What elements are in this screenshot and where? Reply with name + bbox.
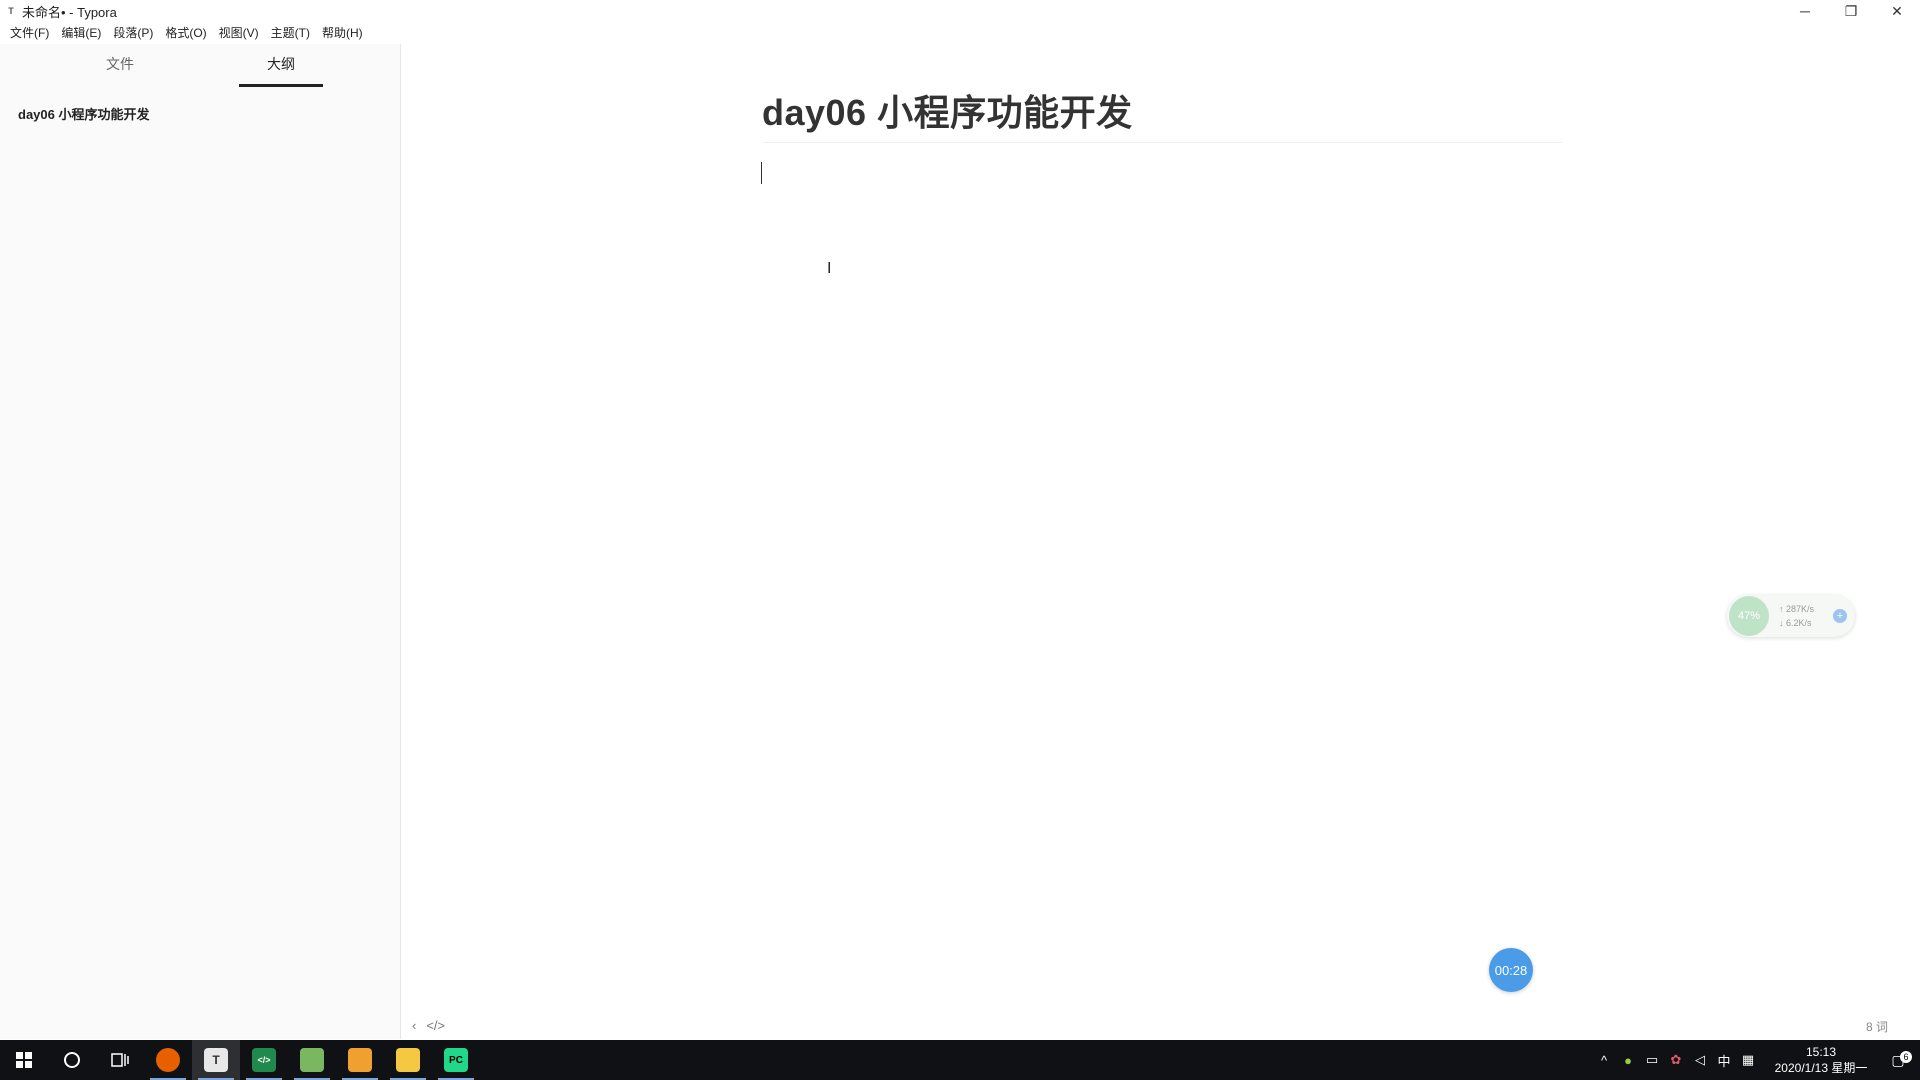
taskbar: T </> PC ^ ● ▭ ✿ ◁ 中 ▦ 15:13 2020/1/13 星… <box>0 1040 1920 1080</box>
recording-timer[interactable]: 00:28 <box>1489 948 1533 992</box>
action-center-button[interactable]: ▢ 6 <box>1876 1050 1920 1069</box>
close-icon: ✕ <box>1891 2 1903 19</box>
volume-muted-icon[interactable]: ◁ <box>1688 1052 1712 1068</box>
editor-area[interactable]: day06 小程序功能开发 I <box>402 44 1920 1039</box>
code-editor-icon: </> <box>252 1048 276 1072</box>
text-caret <box>761 162 762 184</box>
close-button[interactable]: ✕ <box>1874 0 1920 22</box>
taskbar-app-remote[interactable] <box>336 1040 384 1080</box>
keyboard-layout-icon[interactable]: ▦ <box>1736 1052 1760 1068</box>
menu-edit[interactable]: 编辑(E) <box>55 22 107 44</box>
sidebar-tabs: 文件 大纲 <box>0 44 400 88</box>
sidebar: 文件 大纲 day06 小程序功能开发 <box>0 44 401 1039</box>
menu-view[interactable]: 视图(V) <box>213 22 265 44</box>
ibeam-cursor-icon: I <box>827 260 832 277</box>
upload-speed: ↑ 287K/s <box>1779 604 1815 614</box>
active-tab-indicator <box>239 84 323 87</box>
word-count[interactable]: 8 词 <box>1866 1018 1888 1035</box>
menu-format[interactable]: 格式(O) <box>159 22 212 44</box>
start-button[interactable] <box>0 1040 48 1080</box>
security-icon[interactable]: ✿ <box>1664 1052 1688 1068</box>
chevron-left-icon: ‹ <box>412 1017 417 1033</box>
clock-time: 15:13 <box>1805 1045 1837 1059</box>
network-monitor-widget[interactable]: 47% ↑ 287K/s ↓ 6.2K/s + <box>1727 595 1855 637</box>
heading-divider <box>762 142 1562 143</box>
windows-logo-icon <box>16 1052 32 1068</box>
code-icon: </> <box>426 1017 446 1033</box>
notepad-icon <box>300 1048 324 1072</box>
network-icon[interactable]: ▭ <box>1640 1052 1664 1068</box>
minimize-button[interactable]: ─ <box>1782 0 1828 22</box>
taskbar-app-firefox[interactable] <box>144 1040 192 1080</box>
tray-app-icon[interactable]: ● <box>1616 1053 1640 1068</box>
menu-file[interactable]: 文件(F) <box>4 22 55 44</box>
download-speed: ↓ 6.2K/s <box>1779 618 1812 628</box>
document-heading[interactable]: day06 小程序功能开发 <box>762 84 1133 136</box>
ime-indicator[interactable]: 中 <box>1712 1051 1736 1070</box>
firefox-icon <box>156 1048 180 1072</box>
tab-outline[interactable]: 大纲 <box>239 54 323 74</box>
task-view-button[interactable] <box>96 1040 144 1080</box>
boost-icon[interactable]: + <box>1833 609 1847 623</box>
search-button[interactable] <box>48 1040 96 1080</box>
chevron-up-icon[interactable]: ^ <box>1592 1053 1616 1068</box>
tab-files[interactable]: 文件 <box>78 54 162 74</box>
remote-app-icon <box>348 1048 372 1072</box>
outline-item-heading[interactable]: day06 小程序功能开发 <box>18 104 149 123</box>
title-bar: T 未命名• - Typora ─ ❐ ✕ <box>0 0 1920 22</box>
notification-count: 6 <box>1900 1050 1912 1063</box>
taskbar-app-pycharm[interactable]: PC <box>432 1040 480 1080</box>
source-mode-button[interactable]: </> <box>426 1018 445 1033</box>
menu-bar: 文件(F) 编辑(E) 段落(P) 格式(O) 视图(V) 主题(T) 帮助(H… <box>0 22 1920 44</box>
system-tray: ^ ● ▭ ✿ ◁ 中 ▦ 15:13 2020/1/13 星期一 ▢ 6 <box>1592 1040 1920 1080</box>
restore-icon: ❐ <box>1844 2 1858 19</box>
taskbar-app-typora[interactable]: T <box>192 1040 240 1080</box>
menu-help[interactable]: 帮助(H) <box>316 22 369 44</box>
pycharm-icon: PC <box>444 1048 468 1072</box>
task-view-icon <box>111 1053 129 1067</box>
status-bar: ‹ </> 8 词 <box>402 1012 1920 1038</box>
typora-app-icon: T <box>8 6 14 16</box>
cortana-icon <box>64 1052 80 1068</box>
minimize-icon: ─ <box>1800 3 1810 19</box>
taskbar-app-file-explorer[interactable] <box>384 1040 432 1080</box>
menu-theme[interactable]: 主题(T) <box>265 22 316 44</box>
clock[interactable]: 15:13 2020/1/13 星期一 <box>1766 1044 1876 1076</box>
window-title: 未命名• - Typora <box>22 4 117 20</box>
typora-icon: T <box>204 1048 228 1072</box>
clock-date: 2020/1/13 星期一 <box>1774 1061 1868 1075</box>
restore-button[interactable]: ❐ <box>1828 0 1874 22</box>
folder-icon <box>396 1048 420 1072</box>
memory-usage-percent: 47% <box>1729 596 1769 636</box>
toggle-sidebar-button[interactable]: ‹ <box>412 1018 416 1033</box>
taskbar-app-notepad[interactable] <box>288 1040 336 1080</box>
taskbar-app-code-editor[interactable]: </> <box>240 1040 288 1080</box>
menu-paragraph[interactable]: 段落(P) <box>107 22 159 44</box>
